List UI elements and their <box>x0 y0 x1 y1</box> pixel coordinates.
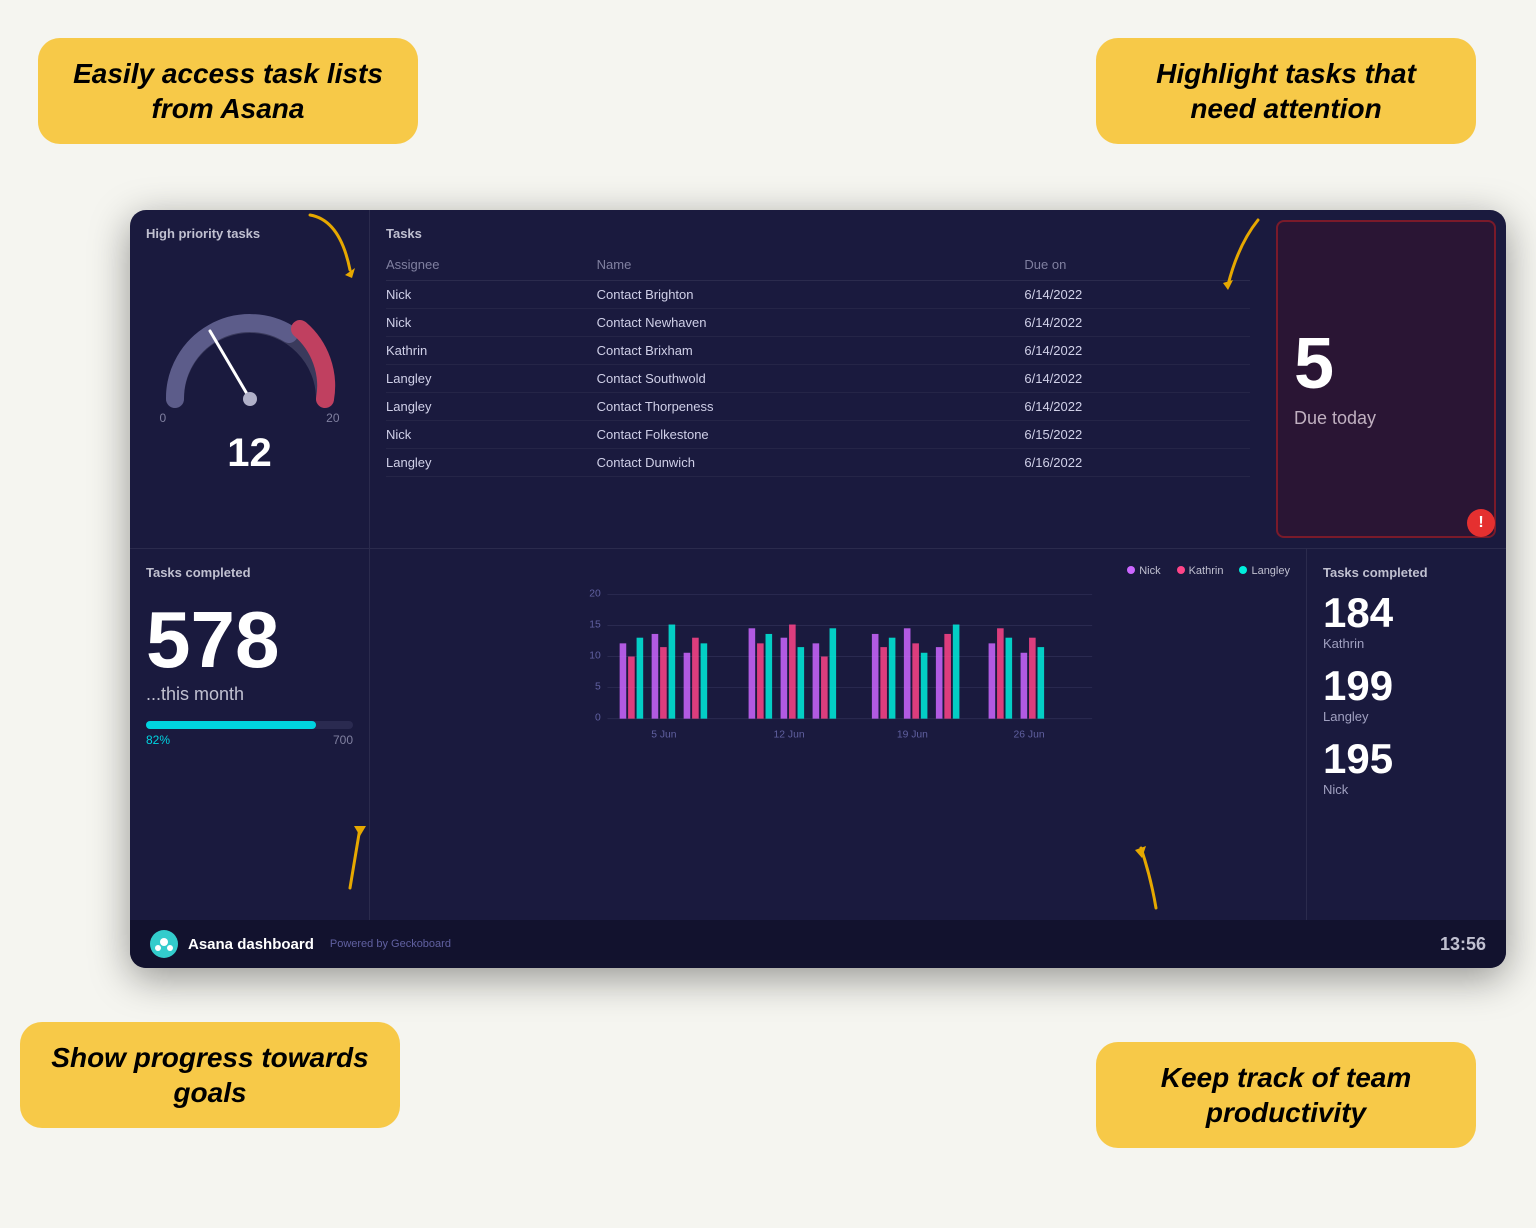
cell-name: Contact Thorpeness <box>597 393 1025 421</box>
cell-due: 6/14/2022 <box>1024 337 1250 365</box>
footer-time: 13:56 <box>1440 934 1486 955</box>
cell-name: Contact Brixham <box>597 337 1025 365</box>
cell-assignee: Nick <box>386 421 597 449</box>
cell-assignee: Nick <box>386 309 597 337</box>
svg-text:15: 15 <box>589 619 601 630</box>
team-stats: 184 Kathrin 199 Langley 195 Nick <box>1323 592 1490 811</box>
tasks-table-title: Tasks <box>386 226 1250 241</box>
cell-due: 6/14/2022 <box>1024 365 1250 393</box>
gauge-container: 0 20 12 <box>146 253 353 532</box>
person-number: 195 <box>1323 738 1490 780</box>
legend-item-langley: Langley <box>1239 565 1290 577</box>
table-row: LangleyContact Dunwich6/16/2022 <box>386 449 1250 477</box>
svg-text:5: 5 <box>595 681 601 692</box>
tasks-table: Assignee Name Due on NickContact Brighto… <box>386 253 1250 477</box>
callout-bottom-left: Show progress towards goals <box>20 1022 400 1128</box>
cell-due: 6/14/2022 <box>1024 309 1250 337</box>
progress-bar-track <box>146 721 353 729</box>
cell-name: Contact Newhaven <box>597 309 1025 337</box>
table-row: LangleyContact Thorpeness6/14/2022 <box>386 393 1250 421</box>
cell-assignee: Nick <box>386 281 597 309</box>
table-row: KathrinContact Brixham6/14/2022 <box>386 337 1250 365</box>
table-row: NickContact Brighton6/14/2022 <box>386 281 1250 309</box>
table-row: NickContact Newhaven6/14/2022 <box>386 309 1250 337</box>
arrow-bl <box>310 818 390 898</box>
footer-title: Asana dashboard <box>188 936 314 953</box>
arrow-br <box>1106 838 1186 918</box>
footer-powered: Powered by Geckoboard <box>330 938 451 950</box>
person-stat-langley: 199 Langley <box>1323 665 1490 724</box>
footer-bar: Asana dashboard Powered by Geckoboard 13… <box>130 920 1506 968</box>
svg-text:0: 0 <box>595 712 601 723</box>
legend-item-nick: Nick <box>1127 565 1160 577</box>
cell-name: Contact Folkestone <box>597 421 1025 449</box>
callout-top-left: Easily access task lists from Asana <box>38 38 418 144</box>
svg-text:20: 20 <box>589 588 601 599</box>
completed-title-left: Tasks completed <box>146 565 353 580</box>
chart-legend: Nick Kathrin Langley <box>386 565 1290 577</box>
cell-assignee: Langley <box>386 365 597 393</box>
person-name: Kathrin <box>1323 636 1490 651</box>
table-row: NickContact Folkestone6/15/2022 <box>386 421 1250 449</box>
completed-sub-label: ...this month <box>146 684 353 705</box>
chart-svg: 20 15 10 5 0 <box>386 585 1290 745</box>
legend-item-kathrin: Kathrin <box>1177 565 1224 577</box>
cell-assignee: Kathrin <box>386 337 597 365</box>
svg-text:5 Jun: 5 Jun <box>651 729 677 740</box>
cell-due: 6/14/2022 <box>1024 393 1250 421</box>
person-stat-kathrin: 184 Kathrin <box>1323 592 1490 651</box>
progress-bar-fill <box>146 721 316 729</box>
progress-target: 700 <box>333 733 353 747</box>
person-number: 184 <box>1323 592 1490 634</box>
due-today-label: Due today <box>1294 408 1376 429</box>
gauge-max: 20 <box>326 411 339 425</box>
callout-bottom-right: Keep track of team productivity <box>1096 1042 1476 1148</box>
gauge-min: 0 <box>160 411 167 425</box>
svg-text:19 Jun: 19 Jun <box>897 729 928 740</box>
svg-text:26 Jun: 26 Jun <box>1014 729 1045 740</box>
person-name: Langley <box>1323 709 1490 724</box>
cell-assignee: Langley <box>386 449 597 477</box>
person-number: 199 <box>1323 665 1490 707</box>
completed-big-number: 578 <box>146 600 353 680</box>
footer-left: Asana dashboard Powered by Geckoboard <box>150 930 451 958</box>
cell-name: Contact Southwold <box>597 365 1025 393</box>
due-today-number: 5 <box>1294 328 1334 400</box>
progress-labels: 82% 700 <box>146 733 353 747</box>
col-assignee: Assignee <box>386 253 597 281</box>
gauge-svg <box>160 309 340 409</box>
panel-due-today: 5 Due today ! <box>1276 220 1496 538</box>
cell-due: 6/15/2022 <box>1024 421 1250 449</box>
progress-pct: 82% <box>146 733 170 747</box>
col-name: Name <box>597 253 1025 281</box>
panel-completed-right: Tasks completed 184 Kathrin 199 Langley … <box>1306 549 1506 920</box>
person-name: Nick <box>1323 782 1490 797</box>
table-row: LangleyContact Southwold6/14/2022 <box>386 365 1250 393</box>
callout-top-right: Highlight tasks that need attention <box>1096 38 1476 144</box>
cell-assignee: Langley <box>386 393 597 421</box>
panel-tasks-table: Tasks Assignee Name Due on NickContact B… <box>370 210 1266 548</box>
arrow-tl <box>290 210 370 280</box>
progress-bar-container: 82% 700 <box>146 721 353 747</box>
asana-logo <box>150 930 178 958</box>
arrow-tr <box>1198 215 1278 295</box>
svg-text:10: 10 <box>589 650 601 661</box>
cell-name: Contact Brighton <box>597 281 1025 309</box>
completed-title-right: Tasks completed <box>1323 565 1490 580</box>
svg-text:12 Jun: 12 Jun <box>774 729 805 740</box>
person-stat-nick: 195 Nick <box>1323 738 1490 797</box>
cell-name: Contact Dunwich <box>597 449 1025 477</box>
gauge-labels: 0 20 <box>160 411 340 425</box>
cell-due: 6/16/2022 <box>1024 449 1250 477</box>
gauge-current: 12 <box>227 431 272 476</box>
alert-badge: ! <box>1467 509 1495 537</box>
